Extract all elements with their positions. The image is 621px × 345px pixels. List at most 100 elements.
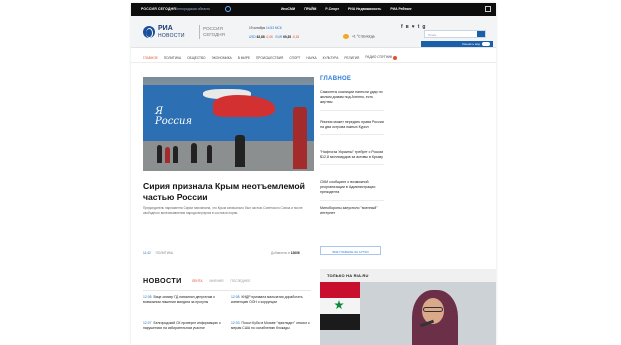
divider bbox=[320, 134, 384, 136]
tab-latest[interactable]: ПОСЛЕДНЕЕ bbox=[230, 279, 250, 283]
pedestrian bbox=[165, 147, 170, 163]
logo-ria[interactable]: РИА bbox=[158, 25, 173, 32]
tab-opinions[interactable]: МНЕНИЯ bbox=[210, 279, 224, 283]
time: 14:53 МСК bbox=[266, 26, 282, 30]
link-rating[interactable]: РИА Рейтинг bbox=[390, 7, 411, 11]
link-rsport[interactable]: Р-Спорт bbox=[325, 7, 339, 11]
nav-item-religion[interactable]: РЕЛИГИЯ bbox=[344, 56, 359, 60]
pedestrian bbox=[173, 146, 178, 163]
hero-lead: Председатель парламента Сирии напомнила,… bbox=[143, 206, 303, 215]
view-switch-label: Сменить вид bbox=[461, 42, 480, 46]
logo-rossia-segodnya[interactable]: РОССИЯ СЕГОДНЯ bbox=[203, 26, 225, 37]
pedestrian bbox=[235, 135, 245, 167]
hero-shares: Добавлено в 12606 bbox=[271, 251, 300, 255]
header: РИА НОВОСТИ РОССИЯ СЕГОДНЯ 19 октября 14… bbox=[131, 16, 496, 48]
nav-item-incidents[interactable]: ПРОИСШЕСТВИЯ bbox=[256, 56, 283, 60]
nav-item-society[interactable]: ОБЩЕСТВО bbox=[187, 56, 205, 60]
weather[interactable]: +1 °С Вологда bbox=[343, 34, 374, 39]
news-text: Белгородский СК проверит информацию о на… bbox=[143, 321, 221, 330]
news-title[interactable]: НОВОСТИ bbox=[143, 276, 182, 285]
main-news-title[interactable]: ГЛАВНОЕ bbox=[320, 76, 351, 82]
facebook-icon[interactable]: f bbox=[401, 24, 403, 30]
news-item[interactable]: 12:07 Белгородский СК проверит информацию… bbox=[143, 321, 228, 331]
main-news-text: Самолеты коалиции нанесли удар по жилым … bbox=[320, 90, 383, 105]
news-time: 12:08 bbox=[231, 295, 240, 299]
main-news-text: Минобороны запустило "военный" интернет bbox=[320, 206, 378, 216]
nav-item-science[interactable]: НАУКА bbox=[306, 56, 316, 60]
divider bbox=[320, 164, 384, 166]
hero-mural: Я Россия bbox=[143, 85, 314, 141]
ria-page: РОССИЯ СЕГОДНЯ Белгородская область ИнoС… bbox=[131, 3, 496, 345]
news-item[interactable]: 12:08 КНДР призвала мальчатия доработать … bbox=[231, 295, 316, 305]
toggle-icon[interactable] bbox=[482, 42, 490, 46]
vk-icon[interactable]: в bbox=[406, 24, 409, 30]
view-switch[interactable]: Сменить вид bbox=[421, 41, 493, 47]
mural-text: Я Россия bbox=[155, 107, 192, 127]
pedestrian bbox=[293, 107, 307, 169]
news-item[interactable]: 12:08 Вице-спикер ГД напомнил депутатам о… bbox=[143, 295, 228, 305]
hero-section[interactable]: ПОЛИТИКА bbox=[156, 251, 173, 255]
only-ria-image[interactable] bbox=[320, 282, 496, 345]
nav-item-world[interactable]: В МИРЕ bbox=[238, 56, 250, 60]
hero-meta: 11:42 ПОЛИТИКА bbox=[143, 251, 173, 255]
main-news-text: "Нафтогаз Украины" требует с России $12,… bbox=[320, 150, 384, 160]
pedestrian bbox=[191, 143, 197, 163]
screen: РОССИЯ СЕГОДНЯ Белгородская область ИнoС… bbox=[0, 0, 621, 345]
hero-image[interactable]: Я Россия bbox=[143, 77, 314, 171]
nav-item-sport[interactable]: СПОРТ bbox=[289, 56, 300, 60]
radio-icon bbox=[393, 55, 398, 60]
news-time: 12:08 bbox=[143, 295, 152, 299]
main-news-text: Япония может передать права России на дв… bbox=[320, 120, 384, 130]
main-news-text: СМИ сообщают о возможной реорганизации в… bbox=[320, 180, 376, 195]
logo-rossia-line1: РОССИЯ bbox=[203, 26, 223, 31]
news-time: 12:07 bbox=[143, 321, 152, 325]
brand-link[interactable]: РОССИЯ СЕГОДНЯ bbox=[141, 7, 176, 11]
nav-item-radio[interactable]: РАДИО СПУТНИК bbox=[365, 55, 398, 60]
only-ria-title[interactable]: ТОЛЬКО НА RIA.RU bbox=[327, 273, 369, 278]
ria-globe-icon[interactable] bbox=[143, 26, 155, 38]
nav-item-politics[interactable]: ПОЛИТИКА bbox=[164, 56, 181, 60]
shares-count: 12606 bbox=[290, 251, 300, 255]
usd-change: -0,06 bbox=[265, 35, 273, 39]
flag-stripe bbox=[320, 282, 360, 298]
news-text: Посол Кубы в Москве "приглядит" отмосл к… bbox=[231, 321, 310, 330]
logo-rossia-line2: СЕГОДНЯ bbox=[203, 31, 225, 37]
pedestrian bbox=[157, 145, 162, 163]
mural-red-map bbox=[213, 95, 275, 117]
link-realty[interactable]: РИА Недвижимость bbox=[348, 7, 381, 11]
twitter-icon[interactable]: t bbox=[418, 24, 420, 30]
main-news-item[interactable]: "Нафтогаз Украины" требует с России $12,… bbox=[320, 150, 384, 166]
divider bbox=[320, 199, 384, 201]
nav-item-economy[interactable]: ЭКОНОМИКА bbox=[211, 56, 231, 60]
main-news-item[interactable]: Япония может передать права России на дв… bbox=[320, 120, 384, 136]
region-link[interactable]: Белгородская область bbox=[175, 7, 210, 11]
window-icon[interactable] bbox=[485, 6, 491, 12]
logo-novosti[interactable]: НОВОСТИ bbox=[158, 33, 185, 39]
glasses-icon bbox=[423, 307, 443, 312]
section-nav: ГЛАВНОЕ ПОЛИТИКА ОБЩЕСТВО ЭКОНОМИКА В МИ… bbox=[131, 53, 496, 63]
main-news-item[interactable]: СМИ сообщают о возможной реорганизации в… bbox=[320, 180, 384, 201]
link-prime[interactable]: ПРАЙМ bbox=[304, 7, 316, 11]
search-button[interactable] bbox=[477, 31, 485, 37]
main-news-item[interactable]: Минобороны запустило "военный" интернет bbox=[320, 206, 384, 216]
top-bar: РОССИЯ СЕГОДНЯ Белгородская область ИнoС… bbox=[131, 3, 496, 16]
usd-rate: 62,88 bbox=[256, 35, 265, 39]
usd-label: USD bbox=[249, 35, 256, 39]
eur-label: EUR bbox=[275, 35, 283, 39]
location-icon[interactable] bbox=[225, 6, 231, 12]
mural-line2: Россия bbox=[155, 116, 193, 127]
weather-city: Вологда bbox=[361, 34, 375, 39]
nav-item-main[interactable]: ГЛАВНОЕ bbox=[143, 56, 158, 60]
hero-time: 11:42 bbox=[143, 251, 151, 255]
hero-headline[interactable]: Сирия признала Крым неотъемлемой частью … bbox=[143, 181, 315, 203]
link-inosmi[interactable]: ИнoСМИ bbox=[281, 7, 295, 11]
tab-feed[interactable]: ЛЕНТА bbox=[192, 279, 203, 283]
all-main-news-button[interactable]: ВСЕ ГЛАВНОЕ ЗА СУТКИ bbox=[320, 246, 381, 255]
currency-rates[interactable]: USD 62,88 -0,06 EUR 69,35 -0,15 bbox=[249, 35, 299, 39]
nav-item-culture[interactable]: КУЛЬТУРА bbox=[323, 56, 339, 60]
news-time: 12:03 bbox=[231, 321, 240, 325]
main-news-item[interactable]: Самолеты коалиции нанесли удар по жилым … bbox=[320, 90, 384, 111]
like-icon[interactable]: ♥ bbox=[412, 24, 415, 30]
partner-links: ИнoСМИ ПРАЙМ Р-Спорт РИА Недвижимость РИ… bbox=[281, 7, 412, 11]
news-item[interactable]: 12:03 Посол Кубы в Москве "приглядит" отм… bbox=[231, 321, 316, 331]
